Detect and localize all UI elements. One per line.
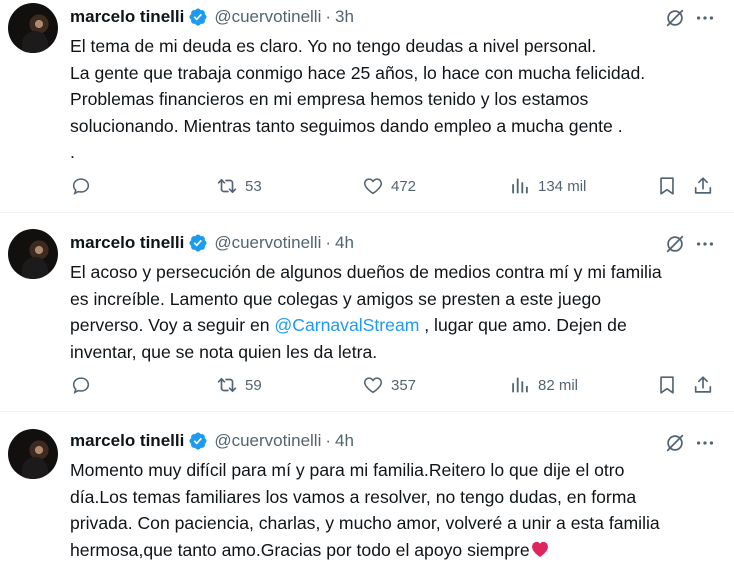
reply-button[interactable] <box>70 173 92 199</box>
author-handle[interactable]: @cuervotinelli <box>214 233 321 253</box>
separator: · <box>325 431 332 450</box>
retweet-count: 53 <box>245 177 262 195</box>
retweet-button[interactable]: 53 <box>216 173 262 199</box>
timestamp[interactable]: 4h <box>335 431 354 451</box>
red-heart-emoji-icon <box>531 541 548 557</box>
grok-icon[interactable] <box>664 233 686 255</box>
author-name[interactable]: marcelo tinelli <box>70 431 184 451</box>
tweet-text-part: Momento muy difícil para mí y para mi fa… <box>70 460 660 560</box>
timestamp[interactable]: 3h <box>335 7 354 27</box>
tweet[interactable]: marcelo tinelli @cuervotinelli · 3h El t… <box>0 0 734 213</box>
views-chart-icon <box>512 178 528 194</box>
share-button[interactable] <box>692 173 714 199</box>
tweet-header: marcelo tinelli @cuervotinelli · 4h <box>70 231 354 255</box>
bookmark-button[interactable] <box>656 173 678 199</box>
tweet-header: marcelo tinelli @cuervotinelli · 4h <box>70 429 354 453</box>
tweet-actions: 59 357 82 mil <box>70 372 720 398</box>
author-name[interactable]: marcelo tinelli <box>70 7 184 27</box>
retweet-count: 59 <box>245 376 262 394</box>
tweet[interactable]: marcelo tinelli @cuervotinelli · 4h El a… <box>0 213 734 412</box>
retweet-icon <box>217 178 237 194</box>
timeline-feed: marcelo tinelli @cuervotinelli · 3h El t… <box>0 0 734 562</box>
heart-icon <box>364 178 382 195</box>
retweet-button[interactable]: 59 <box>216 372 262 398</box>
mention-link[interactable]: @CarnavalStream <box>274 315 419 335</box>
author-handle[interactable]: @cuervotinelli <box>214 7 321 27</box>
bookmark-icon <box>660 177 674 195</box>
tweet-text: Momento muy difícil para mí y para mi fa… <box>70 457 720 562</box>
retweet-icon <box>217 377 237 393</box>
view-count: 82 mil <box>538 376 579 394</box>
views-button[interactable]: 134 mil <box>509 173 586 199</box>
author-name[interactable]: marcelo tinelli <box>70 233 184 253</box>
timestamp[interactable]: 4h <box>335 233 354 253</box>
view-count: 134 mil <box>538 177 587 195</box>
reply-button[interactable] <box>70 372 92 398</box>
like-count: 357 <box>391 376 417 394</box>
like-button[interactable]: 357 <box>362 372 416 398</box>
more-options-icon[interactable] <box>694 7 716 29</box>
tweet-text: El tema de mi deuda es claro. Yo no teng… <box>70 36 646 162</box>
avatar[interactable] <box>8 3 58 53</box>
views-chart-icon <box>512 377 528 393</box>
bookmark-icon <box>660 376 674 394</box>
heart-icon <box>364 377 382 394</box>
grok-icon[interactable] <box>664 7 686 29</box>
verified-badge-icon <box>189 234 207 252</box>
separator: · <box>325 233 332 252</box>
share-icon <box>694 376 712 393</box>
bookmark-button[interactable] <box>656 372 678 398</box>
reply-icon <box>72 178 90 195</box>
avatar[interactable] <box>8 229 58 279</box>
like-count: 472 <box>391 177 417 195</box>
tweet-actions: 53 472 134 mil <box>70 173 720 199</box>
grok-icon[interactable] <box>664 432 686 454</box>
share-button[interactable] <box>692 372 714 398</box>
more-options-icon[interactable] <box>694 432 716 454</box>
reply-icon <box>72 377 90 394</box>
verified-badge-icon <box>189 8 207 26</box>
like-button[interactable]: 472 <box>362 173 416 199</box>
separator: · <box>325 7 332 26</box>
avatar[interactable] <box>8 429 58 479</box>
share-icon <box>694 177 712 194</box>
more-options-icon[interactable] <box>694 233 716 255</box>
verified-badge-icon <box>189 432 207 450</box>
views-button[interactable]: 82 mil <box>509 372 578 398</box>
tweet-text: El acoso y persecución de algunos dueños… <box>70 259 720 365</box>
tweet-header: marcelo tinelli @cuervotinelli · 3h <box>70 5 354 29</box>
tweet[interactable]: marcelo tinelli @cuervotinelli · 4h Mome… <box>0 412 734 562</box>
author-handle[interactable]: @cuervotinelli <box>214 431 321 451</box>
